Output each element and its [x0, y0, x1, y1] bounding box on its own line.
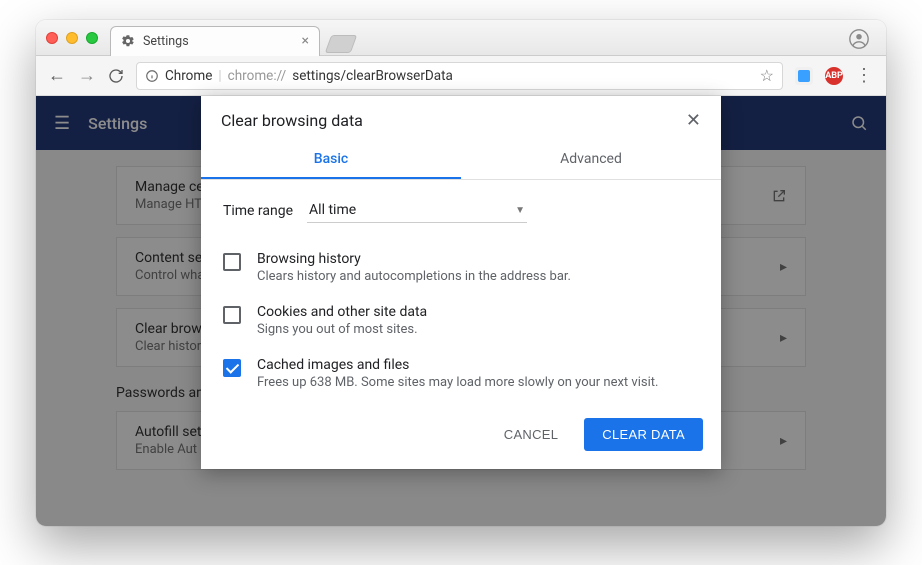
reload-button[interactable] [108, 68, 124, 84]
url-path: settings/clearBrowserData [292, 68, 453, 84]
forward-button[interactable]: → [78, 65, 96, 86]
profile-icon[interactable] [848, 28, 870, 50]
tab-title: Settings [143, 34, 189, 49]
minimize-window-button[interactable] [66, 32, 78, 44]
url-scheme: Chrome [165, 68, 212, 84]
option-browsing-history[interactable]: Browsing history Clears history and auto… [223, 241, 699, 294]
option-title: Cached images and files [257, 357, 658, 373]
cancel-button[interactable]: CANCEL [488, 418, 575, 451]
extension-abp-icon[interactable]: ABP [825, 67, 843, 85]
browser-window: Settings × ← → Chrome | chrome://setting… [36, 20, 886, 526]
tab-basic[interactable]: Basic [201, 141, 461, 179]
bookmark-star-icon[interactable]: ☆ [760, 66, 774, 85]
option-cookies[interactable]: Cookies and other site data Signs you ou… [223, 294, 699, 347]
time-range-value: All time [309, 202, 356, 218]
time-range-select[interactable]: All time ▼ [307, 198, 527, 223]
menu-icon[interactable]: ⋮ [855, 65, 874, 86]
clear-data-button[interactable]: CLEAR DATA [584, 418, 703, 451]
titlebar: Settings × [36, 20, 886, 56]
option-sub: Frees up 638 MB. Some sites may load mor… [257, 375, 658, 390]
option-sub: Signs you out of most sites. [257, 322, 427, 337]
option-sub: Clears history and autocompletions in th… [257, 269, 571, 284]
checkbox[interactable] [223, 306, 241, 324]
dialog-tabs: Basic Advanced [201, 141, 721, 180]
clear-browsing-data-dialog: Clear browsing data ✕ Basic Advanced Tim… [201, 96, 721, 469]
content-area: ☰ Settings Manage ce Manage HT Content s… [36, 96, 886, 526]
option-cached[interactable]: Cached images and files Frees up 638 MB.… [223, 347, 699, 400]
dialog-title: Clear browsing data [221, 111, 363, 130]
toolbar: ← → Chrome | chrome://settings/clearBrow… [36, 56, 886, 96]
browser-tab[interactable]: Settings × [110, 26, 320, 56]
option-title: Cookies and other site data [257, 304, 427, 320]
checkbox[interactable] [223, 253, 241, 271]
zoom-window-button[interactable] [86, 32, 98, 44]
close-tab-icon[interactable]: × [302, 33, 309, 49]
option-title: Browsing history [257, 251, 571, 267]
back-button[interactable]: ← [48, 65, 66, 86]
extension-ghostery-icon[interactable] [795, 67, 813, 85]
time-range-label: Time range [223, 203, 293, 219]
window-controls [46, 32, 98, 44]
url-host: chrome:// [228, 68, 287, 84]
close-window-button[interactable] [46, 32, 58, 44]
checkbox[interactable] [223, 359, 241, 377]
close-icon[interactable]: ✕ [686, 110, 701, 131]
address-bar[interactable]: Chrome | chrome://settings/clearBrowserD… [136, 62, 783, 90]
tab-advanced[interactable]: Advanced [461, 141, 721, 179]
chevron-down-icon: ▼ [515, 205, 525, 216]
new-tab-button[interactable] [325, 35, 358, 53]
site-info-icon[interactable] [145, 69, 159, 83]
gear-icon [121, 34, 135, 48]
